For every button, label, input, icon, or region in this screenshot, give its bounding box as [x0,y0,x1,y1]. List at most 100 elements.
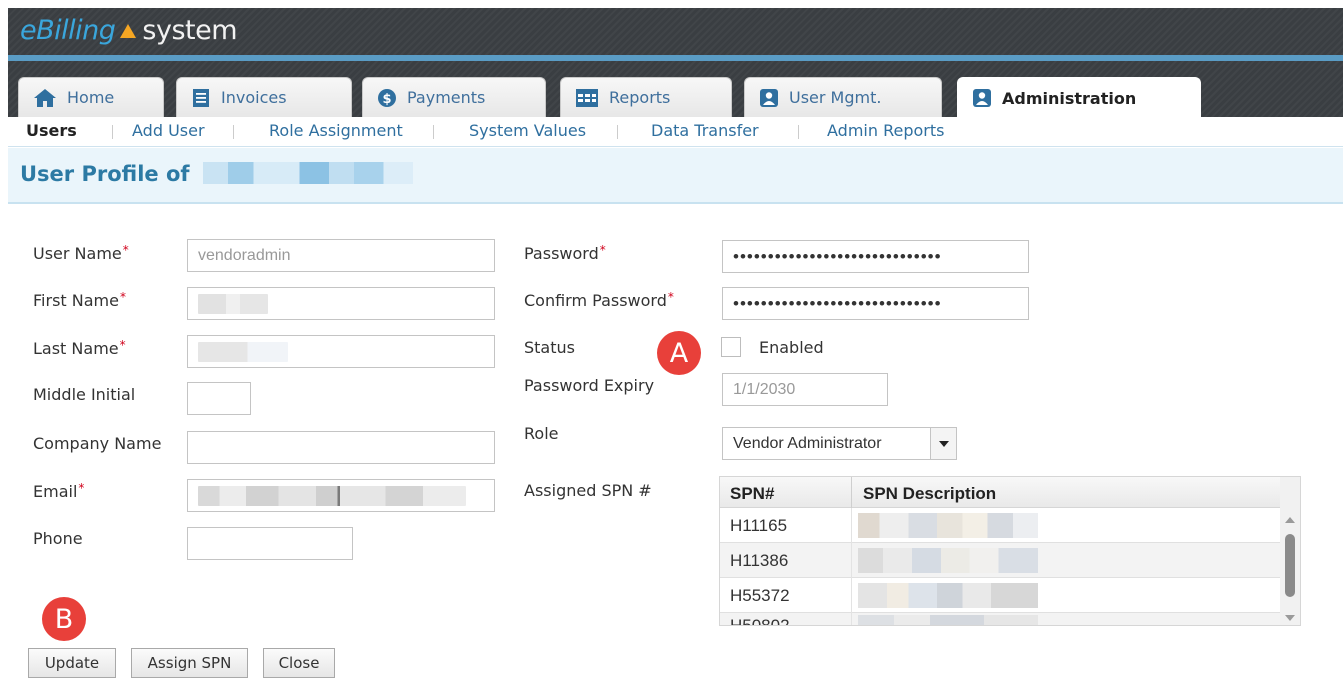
redacted-name [202,162,413,184]
subnav-users[interactable]: Users [26,121,77,140]
update-button[interactable]: Update [28,648,116,678]
company-name-field[interactable] [187,431,495,464]
table-row[interactable]: H11165 [720,508,1280,543]
close-button[interactable]: Close [263,648,335,678]
first-name-label: First Name* [33,290,126,310]
table-row[interactable]: H11386 [720,543,1280,578]
table-icon [575,88,599,108]
middle-initial-label: Middle Initial [33,385,136,404]
redacted-description [858,548,1038,573]
chevron-down-icon[interactable] [930,428,956,459]
redacted-description [858,513,1038,538]
email-field[interactable] [187,479,495,512]
table-row[interactable]: H55372 [720,578,1280,613]
subnav-separator [112,125,113,139]
app-header: eBilling system [8,8,1343,55]
subnav-admin-reports[interactable]: Admin Reports [827,121,944,140]
scroll-up-icon[interactable] [1285,517,1295,523]
spn-cell: H11386 [730,551,789,570]
page-title-text: User Profile of [20,162,190,186]
spn-cell: H55372 [730,586,790,605]
tab-home[interactable]: Home [18,77,164,117]
first-name-label-text: First Name [33,291,119,310]
subnav-role-assignment[interactable]: Role Assignment [269,121,403,140]
confirm-password-label-text: Confirm Password [524,291,667,310]
confirm-password-field[interactable]: •••••••••••••••••••••••••••••• [722,287,1029,320]
required-mark: * [122,243,129,257]
user-icon [759,88,779,108]
tab-payments-label: Payments [407,88,486,107]
tab-invoices[interactable]: Invoices [176,77,352,117]
column-divider [851,613,852,625]
email-label: Email* [33,481,84,501]
logo-triangle-icon [120,24,137,38]
tab-user-mgmt-label: User Mgmt. [789,88,882,107]
tab-user-mgmt[interactable]: User Mgmt. [744,77,942,117]
password-expiry-field[interactable]: 1/1/2030 [722,373,888,406]
required-mark: * [667,290,674,304]
role-select-value: Vendor Administrator [733,434,882,452]
page-title-bar: User Profile of [8,148,1343,204]
tab-home-label: Home [67,88,115,107]
last-name-field[interactable] [187,335,495,368]
tab-payments[interactable]: $ Payments [362,77,546,117]
redacted-first-name [198,293,268,314]
subnav-separator [798,125,799,139]
assigned-spn-label: Assigned SPN # [524,481,652,500]
subnav-separator [233,125,234,139]
column-header-spn-description[interactable]: SPN Description [863,484,996,504]
column-divider [851,508,852,543]
redacted-email [198,485,466,506]
required-mark: * [119,338,126,352]
phone-label: Phone [33,529,83,548]
required-mark: * [78,481,85,495]
column-divider [851,543,852,578]
user-name-field[interactable]: vendoradmin [187,239,495,272]
enabled-label[interactable]: Enabled [759,338,824,357]
last-name-label-text: Last Name [33,339,119,358]
spn-cell: H50802 [730,616,790,626]
scrollbar-thumb[interactable] [1285,534,1295,597]
subnav-separator [617,125,618,139]
email-label-text: Email [33,482,78,501]
subnav-separator [433,125,434,139]
dollar-icon: $ [377,88,397,108]
tab-administration[interactable]: Administration [957,77,1201,118]
password-label-text: Password [524,244,599,263]
tab-reports-label: Reports [609,88,671,107]
redacted-description [858,583,1038,608]
middle-initial-field[interactable] [187,382,251,415]
annotation-marker-b: B [42,597,86,641]
spn-grid-scrollbar[interactable] [1280,477,1300,625]
column-header-spn[interactable]: SPN# [730,484,774,504]
svg-text:$: $ [382,92,391,107]
enabled-checkbox[interactable] [721,337,741,357]
password-expiry-label: Password Expiry [524,376,655,395]
redacted-description [858,615,1038,625]
subnav-data-transfer[interactable]: Data Transfer [651,121,759,140]
first-name-field[interactable] [187,287,495,320]
required-mark: * [119,290,126,304]
password-field[interactable]: •••••••••••••••••••••••••••••• [722,240,1029,273]
table-row[interactable]: H50802 [720,613,1280,626]
role-select[interactable]: Vendor Administrator [722,427,957,460]
required-mark: * [599,243,606,257]
scroll-down-icon[interactable] [1285,615,1295,621]
annotation-marker-a: A [657,331,701,375]
tab-administration-label: Administration [1002,88,1137,108]
user-name-label: User Name* [33,243,129,263]
company-name-label: Company Name [33,434,162,453]
assign-spn-button[interactable]: Assign SPN [131,648,248,678]
password-label: Password* [524,243,606,263]
app-logo: eBilling system [20,14,238,48]
redacted-last-name [198,341,288,362]
tab-invoices-label: Invoices [221,88,287,107]
role-label: Role [524,424,559,443]
tab-reports[interactable]: Reports [560,77,732,117]
spn-cell: H11165 [730,516,788,535]
home-icon [33,88,57,108]
subnav-add-user[interactable]: Add User [132,121,205,140]
phone-field[interactable] [187,527,353,560]
logo-text-ebilling: eBilling [20,15,116,46]
subnav-system-values[interactable]: System Values [469,121,586,140]
